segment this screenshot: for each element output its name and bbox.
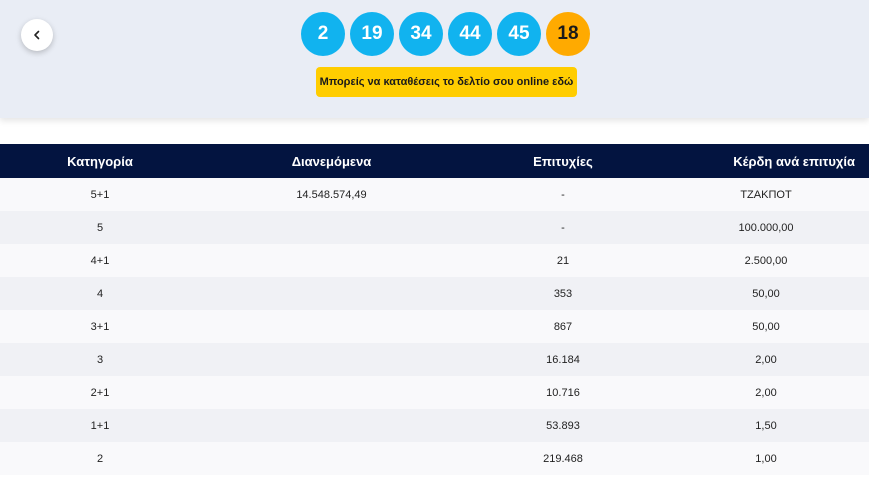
table-header: Κατηγορία Διανεμόμενα Επιτυχίες Κέρδη αν… (0, 144, 869, 178)
number-ball: 2 (301, 12, 345, 56)
table-row: 3+1 867 50,00 (0, 310, 869, 343)
cell-winners: 53.893 (546, 419, 580, 432)
cell-winners: 16.184 (546, 353, 580, 366)
table-row: 5 - 100.000,00 (0, 211, 869, 244)
table-row: 3 16.184 2,00 (0, 343, 869, 376)
cell-prize: 50,00 (752, 320, 780, 333)
cell-winners: - (561, 188, 565, 201)
cell-winners: 10.716 (546, 386, 580, 399)
cell-category: 3+1 (90, 320, 110, 333)
cell-winners: - (561, 221, 565, 234)
number-ball: 45 (497, 12, 541, 56)
prize-table: Κατηγορία Διανεμόμενα Επιτυχίες Κέρδη αν… (0, 144, 869, 475)
cell-prize: ΤΖΑΚΠΟΤ (740, 188, 792, 201)
cell-distributed: 14.548.574,49 (296, 188, 367, 201)
table-row: 2+1 10.716 2,00 (0, 376, 869, 409)
bonus-ball: 18 (546, 12, 590, 56)
cell-category: 1+1 (90, 419, 110, 432)
header-prize-per-winner: Κέρδη ανά επιτυχία (733, 153, 855, 169)
cell-category: 4 (96, 287, 104, 300)
cell-prize: 1,50 (755, 419, 777, 432)
cell-prize: 50,00 (752, 287, 780, 300)
draw-results-panel: 2 19 34 44 45 18 Μπορείς να καταθέσεις τ… (0, 0, 869, 118)
cell-prize: 1,00 (755, 452, 777, 465)
table-row: 5+1 14.548.574,49 - ΤΖΑΚΠΟΤ (0, 178, 869, 211)
cell-category: 2 (96, 452, 104, 465)
cell-prize: 2,00 (755, 353, 777, 366)
table-body: 5+1 14.548.574,49 - ΤΖΑΚΠΟΤ 5 - 100.000,00 4+1 2… (0, 178, 869, 475)
table-row: 4+1 21 2.500,00 (0, 244, 869, 277)
cell-prize: 100.000,00 (738, 221, 794, 234)
cell-category: 4+1 (90, 254, 110, 267)
number-ball: 19 (350, 12, 394, 56)
table-row: 4 353 50,00 (0, 277, 869, 310)
cell-category: 5 (96, 221, 104, 234)
header-distributed: Διανεμόμενα (291, 153, 372, 169)
cell-winners: 219.468 (543, 452, 583, 465)
back-button[interactable] (21, 19, 53, 51)
cell-prize: 2,00 (755, 386, 777, 399)
cell-category: 2+1 (90, 386, 110, 399)
winning-numbers: 2 19 34 44 45 18 (301, 12, 590, 56)
cell-prize: 2.500,00 (744, 254, 788, 267)
cell-category: 5+1 (90, 188, 110, 201)
number-ball: 34 (399, 12, 443, 56)
cell-winners: 867 (553, 320, 573, 333)
chevron-left-icon (34, 30, 40, 40)
cell-category: 3 (96, 353, 104, 366)
header-category: Κατηγορία (67, 153, 133, 169)
number-ball: 44 (448, 12, 492, 56)
cell-winners: 353 (553, 287, 573, 300)
online-bet-button[interactable]: Μπορείς να καταθέσεις το δελτίο σου onli… (316, 67, 577, 97)
table-row: 2 219.468 1,00 (0, 442, 869, 475)
header-winners: Επιτυχίες (533, 153, 593, 169)
table-row: 1+1 53.893 1,50 (0, 409, 869, 442)
cell-winners: 21 (556, 254, 570, 267)
